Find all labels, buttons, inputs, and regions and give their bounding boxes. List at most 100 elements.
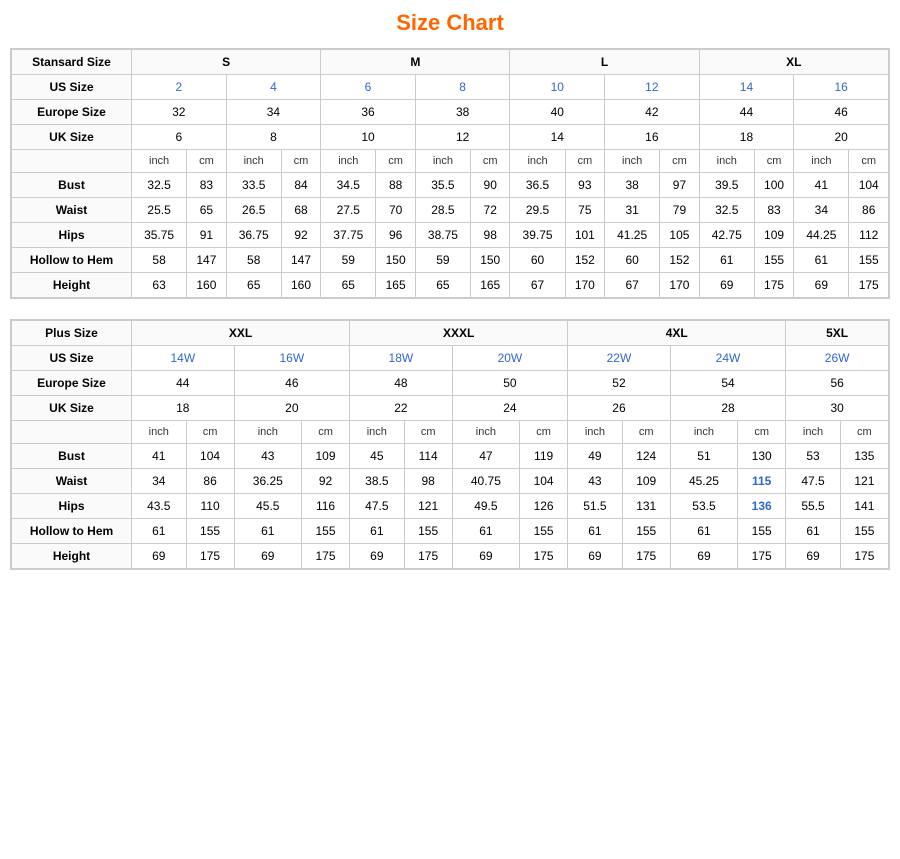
- plus-us-4xl2: 24W: [670, 346, 785, 371]
- plus-unit-4xl2-cm: cm: [738, 421, 786, 444]
- plus-us-xxxl2: 20W: [452, 346, 567, 371]
- plus-height-4xl2-cm: 175: [738, 544, 786, 569]
- hth-l1-cm: 152: [565, 248, 604, 273]
- plus-bust-xxl1-cm: 104: [186, 444, 234, 469]
- plus-hth-xxxl2-cm: 155: [520, 519, 568, 544]
- plus-waist-4xl1-cm: 109: [622, 469, 670, 494]
- hth-s1-cm: 147: [187, 248, 226, 273]
- plus-bust-4xl2-inch: 51: [670, 444, 737, 469]
- plus-waist-5xl-inch: 47.5: [786, 469, 841, 494]
- unit-s1-inch: inch: [132, 150, 187, 173]
- waist-m1-cm: 70: [376, 198, 415, 223]
- height-m1-inch: 65: [321, 273, 376, 298]
- unit-xl1-cm: cm: [754, 150, 793, 173]
- height-l2-inch: 67: [605, 273, 660, 298]
- size-5xl: 5XL: [786, 321, 889, 346]
- bust-xl2-cm: 104: [849, 173, 889, 198]
- plus-hth-5xl-inch: 61: [786, 519, 841, 544]
- plus-unit-xxxl2-cm: cm: [520, 421, 568, 444]
- plus-hips-xxl2-cm: 116: [301, 494, 349, 519]
- plus-europe-label: Europe Size: [12, 371, 132, 396]
- plus-unit-4xl1-cm: cm: [622, 421, 670, 444]
- plus-eu-xxxl2: 50: [452, 371, 567, 396]
- hips-m1-inch: 37.75: [321, 223, 376, 248]
- waist-s1-cm: 65: [187, 198, 226, 223]
- uk-l1: 14: [510, 125, 605, 150]
- hips-xl1-inch: 42.75: [699, 223, 754, 248]
- size-xl: XL: [699, 50, 888, 75]
- eu-m1: 36: [321, 100, 416, 125]
- hips-m2-inch: 38.75: [415, 223, 470, 248]
- eu-s1: 32: [132, 100, 227, 125]
- height-s1-inch: 63: [132, 273, 187, 298]
- hth-l1-inch: 60: [510, 248, 565, 273]
- plus-height-5xl-cm: 175: [840, 544, 888, 569]
- bust-xl1-cm: 100: [754, 173, 793, 198]
- plus-waist-5xl-cm: 121: [840, 469, 888, 494]
- plus-bust-xxxl2-inch: 47: [452, 444, 519, 469]
- plus-height-xxxl1-inch: 69: [350, 544, 405, 569]
- eu-xl2: 46: [794, 100, 889, 125]
- hollow-label: Hollow to Hem: [12, 248, 132, 273]
- plus-waist-xxxl1-inch: 38.5: [350, 469, 405, 494]
- hips-l2-inch: 41.25: [605, 223, 660, 248]
- plus-hips-4xl1-cm: 131: [622, 494, 670, 519]
- hips-s1-cm: 91: [187, 223, 226, 248]
- plus-waist-xxl2-inch: 36.25: [234, 469, 301, 494]
- bust-m1-inch: 34.5: [321, 173, 376, 198]
- eu-l1: 40: [510, 100, 605, 125]
- plus-hips-xxxl2-inch: 49.5: [452, 494, 519, 519]
- plus-hips-5xl-cm: 141: [840, 494, 888, 519]
- unit-m1-inch: inch: [321, 150, 376, 173]
- size-xxl: XXL: [132, 321, 350, 346]
- size-l: L: [510, 50, 699, 75]
- hth-s2-inch: 58: [226, 248, 281, 273]
- height-xl2-inch: 69: [794, 273, 849, 298]
- us-m2: 8: [415, 75, 510, 100]
- bust-s1-inch: 32.5: [132, 173, 187, 198]
- unit-l2-cm: cm: [660, 150, 699, 173]
- hth-m1-inch: 59: [321, 248, 376, 273]
- plus-waist-4xl2-inch: 45.25: [670, 469, 737, 494]
- plus-unit-4xl1-inch: inch: [568, 421, 623, 444]
- uk-m1: 10: [321, 125, 416, 150]
- plus-unit-xxxl2-inch: inch: [452, 421, 519, 444]
- unit-s2-inch: inch: [226, 150, 281, 173]
- bust-xl1-inch: 39.5: [699, 173, 754, 198]
- plus-hips-4xl2-cm: 136: [738, 494, 786, 519]
- bust-m2-cm: 90: [471, 173, 510, 198]
- unit-s1-cm: cm: [187, 150, 226, 173]
- uk-m2: 12: [415, 125, 510, 150]
- eu-s2: 34: [226, 100, 321, 125]
- plus-us-xxl1: 14W: [132, 346, 235, 371]
- plus-uk-5xl: 30: [786, 396, 889, 421]
- plus-hips-xxl2-inch: 45.5: [234, 494, 301, 519]
- hth-m1-cm: 150: [376, 248, 415, 273]
- us-s2: 4: [226, 75, 321, 100]
- plus-us-xxl2: 16W: [234, 346, 349, 371]
- plus-height-xxl1-cm: 175: [186, 544, 234, 569]
- plus-waist-4xl1-inch: 43: [568, 469, 623, 494]
- plus-height-xxxl2-cm: 175: [520, 544, 568, 569]
- plus-size-table: Plus Size XXL XXXL 4XL 5XL US Size 14W 1…: [10, 319, 890, 570]
- plus-unit-xxl2-inch: inch: [234, 421, 301, 444]
- plus-us-xxxl1: 18W: [350, 346, 453, 371]
- plus-bust-4xl1-inch: 49: [568, 444, 623, 469]
- hth-m2-cm: 150: [471, 248, 510, 273]
- us-size-label: US Size: [12, 75, 132, 100]
- hth-l2-cm: 152: [660, 248, 699, 273]
- hth-m2-inch: 59: [415, 248, 470, 273]
- plus-bust-4xl1-cm: 124: [622, 444, 670, 469]
- bust-s1-cm: 83: [187, 173, 226, 198]
- plus-height-xxxl2-inch: 69: [452, 544, 519, 569]
- height-m1-cm: 165: [376, 273, 415, 298]
- height-l1-inch: 67: [510, 273, 565, 298]
- plus-bust-xxl2-cm: 109: [301, 444, 349, 469]
- height-s2-cm: 160: [281, 273, 320, 298]
- plus-height-xxl1-inch: 69: [132, 544, 187, 569]
- plus-waist-label: Waist: [12, 469, 132, 494]
- size-xxxl: XXXL: [350, 321, 568, 346]
- uk-l2: 16: [605, 125, 700, 150]
- eu-xl1: 44: [699, 100, 794, 125]
- plus-waist-xxl1-cm: 86: [186, 469, 234, 494]
